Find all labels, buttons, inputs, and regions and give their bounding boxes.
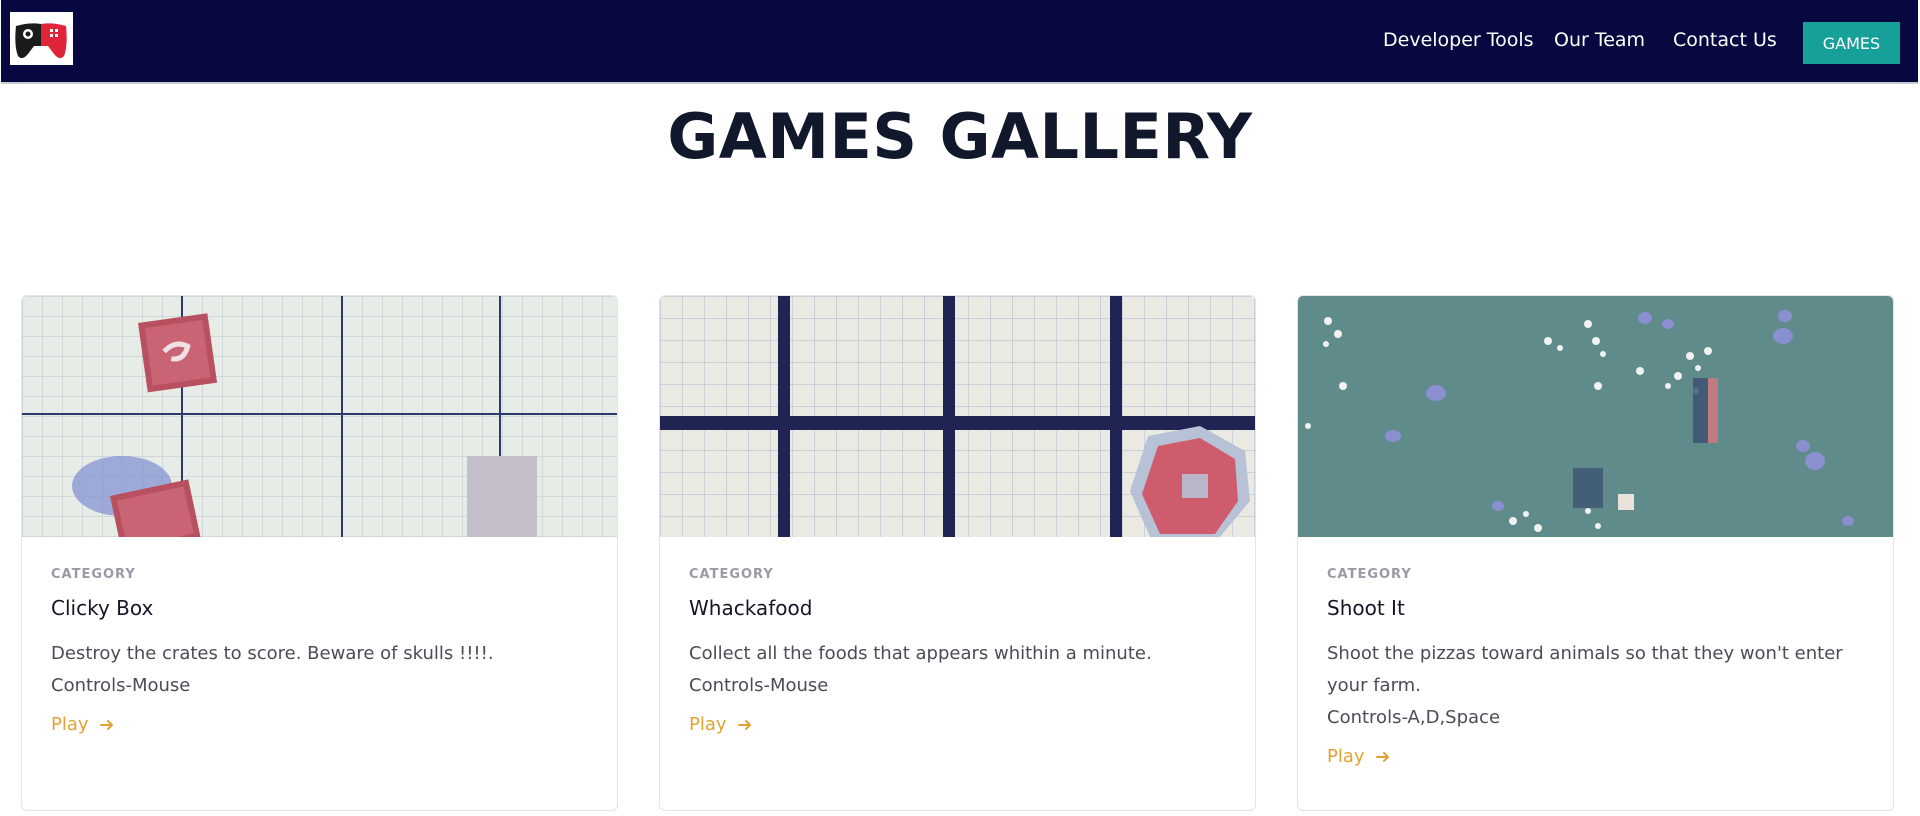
card-title: Clicky Box [51, 596, 154, 620]
game-thumbnail-whackafood[interactable] [660, 296, 1255, 537]
game-card-shoot-it: CATEGORY Shoot It Shoot the pizzas towar… [1297, 295, 1894, 811]
arrow-right-icon [737, 719, 751, 730]
play-link-clicky-box[interactable]: Play [51, 714, 115, 735]
arrow-right-icon [99, 719, 113, 730]
play-label: Play [689, 714, 727, 735]
top-navbar: Developer Tools Our Team Contact Us GAME… [1, 0, 1918, 84]
play-label: Play [51, 714, 89, 735]
nav-link-developer-tools[interactable]: Developer Tools [1383, 29, 1534, 51]
card-category: CATEGORY [1327, 567, 1412, 582]
gamepad-logo-icon[interactable] [10, 12, 73, 65]
card-title: Whackafood [689, 596, 813, 620]
games-button[interactable]: GAMES [1803, 22, 1900, 64]
card-description: Shoot the pizzas toward animals so that … [1327, 643, 1843, 696]
card-category: CATEGORY [51, 567, 136, 582]
play-label: Play [1327, 746, 1365, 767]
card-controls: Controls-Mouse [51, 675, 191, 696]
card-description: Destroy the crates to score. Beware of s… [51, 643, 494, 664]
card-category: CATEGORY [689, 567, 774, 582]
card-controls: Controls-A,D,Space [1327, 707, 1501, 728]
play-link-shoot-it[interactable]: Play [1327, 746, 1391, 767]
game-thumbnail-shoot-it[interactable] [1298, 296, 1893, 537]
nav-link-our-team[interactable]: Our Team [1554, 29, 1645, 51]
game-thumbnail-clicky-box[interactable] [22, 296, 617, 537]
arrow-right-icon [1375, 751, 1389, 762]
card-controls: Controls-Mouse [689, 675, 829, 696]
card-description: Collect all the foods that appears whith… [689, 643, 1152, 664]
nav-link-contact-us[interactable]: Contact Us [1673, 29, 1777, 51]
page-title: GAMES GALLERY [667, 100, 1253, 173]
card-title: Shoot It [1327, 596, 1405, 620]
play-link-whackafood[interactable]: Play [689, 714, 753, 735]
game-card-clicky-box: CATEGORY Clicky Box Destroy the crates t… [21, 295, 618, 811]
game-card-whackafood: CATEGORY Whackafood Collect all the food… [659, 295, 1256, 811]
